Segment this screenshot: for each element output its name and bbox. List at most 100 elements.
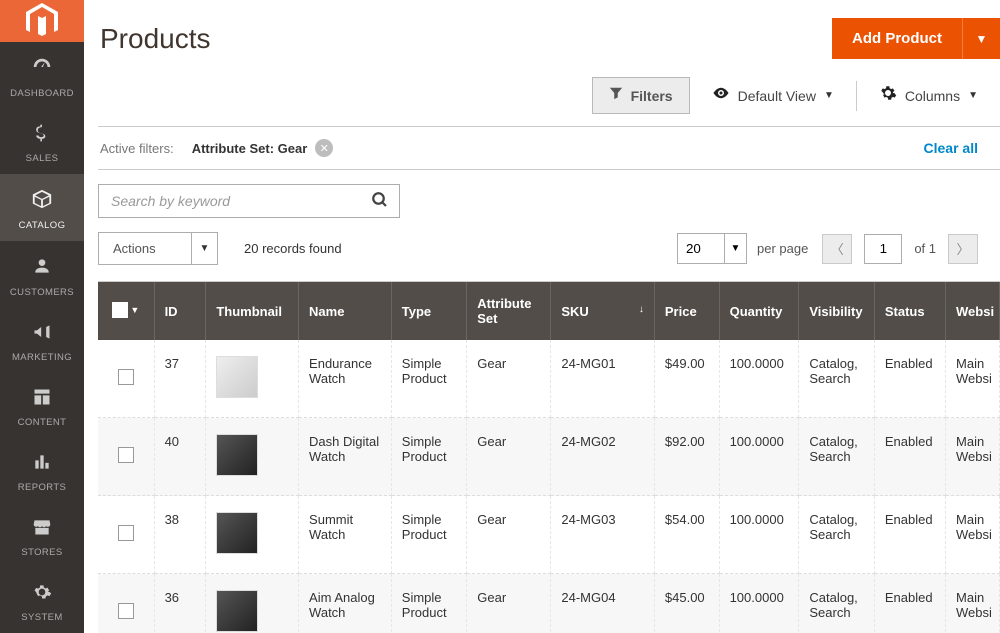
table-row[interactable]: 37Endurance WatchSimple ProductGear24-MG… — [98, 340, 1000, 418]
row-checkbox[interactable] — [118, 603, 134, 619]
cell-name: Aim Analog Watch — [299, 574, 392, 633]
products-grid: ▼ IDThumbnailNameTypeAttribute SetSKU↓Pri… — [98, 281, 1000, 633]
cell-name: Summit Watch — [299, 496, 392, 574]
cell-quantity: 100.0000 — [719, 574, 799, 633]
column-header[interactable]: Quantity — [719, 282, 799, 340]
sidebar-item-label: MARKETING — [12, 352, 72, 363]
add-product-button[interactable]: Add Product — [832, 18, 962, 59]
column-header[interactable]: Websi — [946, 282, 1000, 340]
cell-type: Simple Product — [391, 340, 466, 418]
dashboard-icon — [31, 56, 53, 84]
search-icon[interactable] — [371, 191, 389, 214]
column-header[interactable]: Price — [654, 282, 719, 340]
column-header[interactable]: Visibility — [799, 282, 874, 340]
column-header[interactable]: Name — [299, 282, 392, 340]
sidebar-item-dashboard[interactable]: DASHBOARD — [0, 42, 84, 109]
dollar-icon — [32, 123, 52, 149]
row-checkbox[interactable] — [118, 525, 134, 541]
sidebar-item-label: SALES — [26, 153, 59, 164]
funnel-icon — [609, 86, 623, 105]
filters-button[interactable]: Filters — [592, 77, 690, 114]
cell-price: $49.00 — [654, 340, 719, 418]
cell-quantity: 100.0000 — [719, 496, 799, 574]
filter-chip: Attribute Set: Gear ✕ — [192, 139, 334, 157]
sidebar-item-stores[interactable]: STORES — [0, 503, 84, 568]
sidebar-item-customers[interactable]: CUSTOMERS — [0, 241, 84, 308]
filter-chip-text: Attribute Set: Gear — [192, 141, 308, 156]
sidebar-item-label: DASHBOARD — [10, 88, 74, 99]
bars-icon — [32, 452, 52, 478]
actions-caret[interactable]: ▼ — [192, 232, 218, 265]
caret-down-icon: ▼ — [968, 90, 978, 101]
person-icon — [32, 255, 52, 283]
per-page-dropdown[interactable]: ▼ — [725, 233, 747, 264]
cell-sku: 24-MG01 — [551, 340, 655, 418]
records-found-label: 20 records found — [244, 241, 342, 256]
cell-attribute-set: Gear — [467, 418, 551, 496]
cell-price: $45.00 — [654, 574, 719, 633]
columns-label: Columns — [905, 88, 960, 104]
select-all-checkbox[interactable]: ▼ — [112, 302, 139, 318]
sidebar-item-label: CUSTOMERS — [10, 287, 74, 298]
sidebar-item-marketing[interactable]: MARKETING — [0, 308, 84, 373]
actions-dropdown[interactable]: Actions — [98, 232, 192, 265]
table-row[interactable]: 38Summit WatchSimple ProductGear24-MG03$… — [98, 496, 1000, 574]
cell-id: 36 — [154, 574, 206, 633]
remove-filter-icon[interactable]: ✕ — [315, 139, 333, 157]
row-checkbox[interactable] — [118, 447, 134, 463]
sidebar-item-sales[interactable]: SALES — [0, 109, 84, 174]
row-checkbox[interactable] — [118, 369, 134, 385]
view-label: Default View — [738, 88, 816, 104]
column-header[interactable]: ▼ — [98, 282, 154, 340]
column-header[interactable]: Type — [391, 282, 466, 340]
filters-label: Filters — [631, 88, 673, 104]
default-view-dropdown[interactable]: Default View ▼ — [712, 84, 834, 107]
column-header[interactable]: Status — [874, 282, 945, 340]
page-title: Products — [98, 23, 211, 55]
column-header[interactable]: Thumbnail — [206, 282, 299, 340]
sidebar-item-label: STORES — [21, 547, 62, 558]
product-thumbnail[interactable] — [216, 512, 258, 554]
per-page-input[interactable] — [677, 233, 725, 264]
product-thumbnail[interactable] — [216, 590, 258, 632]
cell-sku: 24-MG02 — [551, 418, 655, 496]
magento-logo[interactable] — [0, 0, 84, 42]
eye-icon — [712, 84, 730, 107]
table-row[interactable]: 36Aim Analog WatchSimple ProductGear24-M… — [98, 574, 1000, 633]
page-input[interactable] — [864, 234, 902, 264]
next-page-button[interactable]: 〉 — [948, 234, 978, 264]
cell-id: 38 — [154, 496, 206, 574]
column-header[interactable]: SKU↓ — [551, 282, 655, 340]
cell-status: Enabled — [874, 496, 945, 574]
sidebar-item-content[interactable]: CONTENT — [0, 373, 84, 438]
search-input[interactable] — [99, 185, 399, 217]
add-product-dropdown[interactable]: ▼ — [962, 18, 1000, 59]
columns-dropdown[interactable]: Columns ▼ — [879, 84, 978, 107]
column-header[interactable]: Attribute Set — [467, 282, 551, 340]
sidebar: DASHBOARD SALES CATALOG CUSTOMERS MARKETING C… — [0, 0, 84, 633]
cell-visibility: Catalog, Search — [799, 496, 874, 574]
cell-price: $92.00 — [654, 418, 719, 496]
cell-visibility: Catalog, Search — [799, 340, 874, 418]
cell-price: $54.00 — [654, 496, 719, 574]
sidebar-item-label: SYSTEM — [21, 612, 62, 623]
gear-icon — [32, 582, 52, 608]
prev-page-button[interactable]: 〈 — [822, 234, 852, 264]
product-thumbnail[interactable] — [216, 356, 258, 398]
clear-all-link[interactable]: Clear all — [924, 140, 978, 156]
cell-status: Enabled — [874, 340, 945, 418]
cell-sku: 24-MG04 — [551, 574, 655, 633]
table-row[interactable]: 40Dash Digital WatchSimple ProductGear24… — [98, 418, 1000, 496]
sidebar-item-reports[interactable]: REPORTS — [0, 438, 84, 503]
sidebar-item-system[interactable]: SYSTEM — [0, 568, 84, 633]
search-container — [98, 184, 400, 218]
toolbar-divider — [856, 81, 857, 111]
sidebar-item-catalog[interactable]: CATALOG — [0, 174, 84, 241]
column-header[interactable]: ID — [154, 282, 206, 340]
cell-websites: Main Websi — [946, 418, 1000, 496]
cell-type: Simple Product — [391, 496, 466, 574]
cell-attribute-set: Gear — [467, 574, 551, 633]
cell-id: 40 — [154, 418, 206, 496]
product-thumbnail[interactable] — [216, 434, 258, 476]
sort-arrow-icon: ↓ — [639, 304, 644, 315]
